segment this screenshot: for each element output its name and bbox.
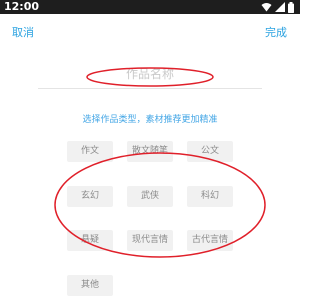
category-hint: 选择作品类型，素材推荐更加精准 <box>82 115 218 125</box>
category-chip[interactable]: 悬疑 <box>67 230 113 251</box>
cancel-button[interactable]: 取消 <box>12 25 34 41</box>
status-bar: 12:00 <box>0 0 300 14</box>
work-title-input[interactable] <box>38 63 262 85</box>
battery-icon <box>288 1 294 13</box>
category-chip[interactable]: 玄幻 <box>67 186 113 207</box>
signal-icon <box>275 2 285 12</box>
category-chip[interactable]: 武侠 <box>127 186 173 207</box>
category-chip[interactable]: 现代言情 <box>127 230 173 251</box>
title-underline <box>38 88 262 89</box>
category-chip[interactable]: 公文 <box>187 141 233 162</box>
done-button[interactable]: 完成 <box>265 25 287 41</box>
category-chip[interactable]: 其他 <box>67 275 113 296</box>
wifi-icon <box>261 3 272 12</box>
category-chip[interactable]: 科幻 <box>187 186 233 207</box>
category-chip[interactable]: 散文随笔 <box>127 141 173 162</box>
category-chip[interactable]: 古代言情 <box>187 230 233 251</box>
status-time: 12:00 <box>4 0 40 13</box>
status-icons <box>261 1 294 13</box>
category-chip[interactable]: 作文 <box>67 141 113 162</box>
